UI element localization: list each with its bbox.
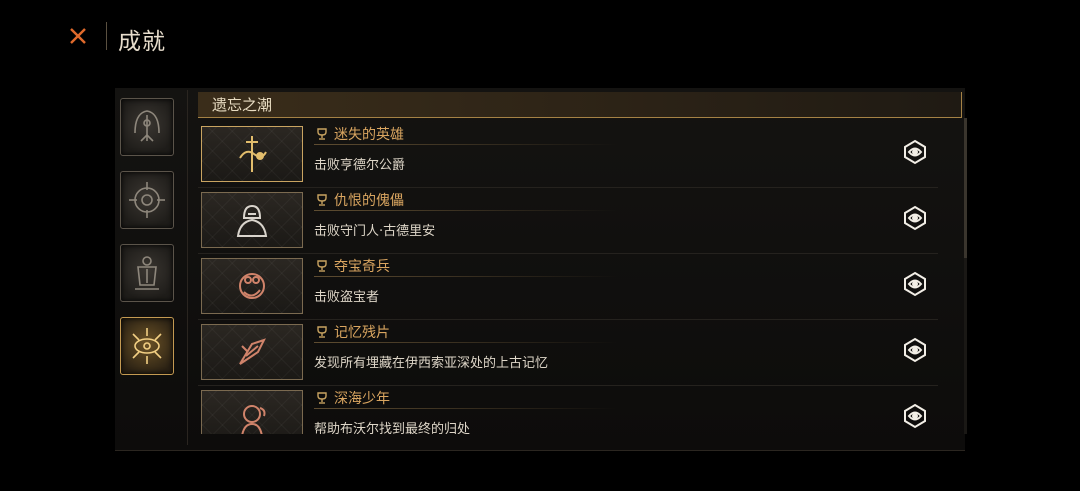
memory-shard-icon: [239, 338, 266, 365]
list-scrollbar[interactable]: [964, 118, 967, 434]
eye-crest-icon: [132, 328, 162, 364]
achievement-thumbnail: [201, 390, 303, 434]
name-underline: [314, 408, 618, 409]
name-underline: [314, 276, 618, 277]
trophy-icon: [317, 128, 327, 140]
achievement-row[interactable]: 迷失的英雄 击败亨德尔公爵: [198, 122, 938, 188]
eye-unlocked-icon[interactable]: [902, 337, 928, 363]
hooded-golem-icon: [236, 204, 268, 237]
lantern-rune-icon: [135, 256, 159, 290]
achievement-thumbnail: [201, 126, 303, 182]
achievement-description: 击败守门人·古德里安: [314, 224, 436, 239]
achievement-description: 击败亨德尔公爵: [314, 158, 406, 173]
trophy-icon: [317, 260, 327, 272]
achievement-row[interactable]: 记忆残片 发现所有埋藏在伊西索亚深处的上古记忆: [198, 320, 938, 386]
trophy-icon: [317, 326, 327, 338]
eye-unlocked-icon[interactable]: [902, 205, 928, 231]
compass-rune-icon: [129, 182, 165, 218]
achievement-row[interactable]: 仇恨的傀儡 击败守门人·古德里安: [198, 188, 938, 254]
achievement-name: 迷失的英雄: [334, 127, 404, 143]
achievement-name: 仇恨的傀儡: [334, 193, 404, 209]
eye-unlocked-icon[interactable]: [902, 403, 928, 429]
achievement-name: 夺宝奇兵: [334, 259, 390, 275]
achievement-thumbnail: [201, 324, 303, 380]
achievement-row[interactable]: 深海少年 帮助布沃尔找到最终的归处: [198, 386, 938, 434]
name-underline: [314, 210, 618, 211]
category-button-3[interactable]: [120, 244, 174, 302]
achievement-thumbnail: [201, 192, 303, 248]
trophy-icon: [317, 194, 327, 206]
achievement-name: 记忆残片: [334, 325, 390, 341]
section-header: 遗忘之潮: [198, 92, 962, 118]
achievement-description: 击败盗宝者: [314, 290, 380, 305]
eye-unlocked-icon[interactable]: [902, 139, 928, 165]
achievement-name: 深海少年: [334, 391, 390, 407]
category-button-2[interactable]: [120, 171, 174, 229]
section-title: 遗忘之潮: [212, 96, 273, 114]
name-underline: [314, 342, 618, 343]
title-divider: [106, 22, 107, 50]
name-underline: [314, 144, 618, 145]
achievement-description: 帮助布沃尔找到最终的归处: [314, 422, 471, 434]
category-button-4[interactable]: [120, 317, 174, 375]
page-title: 成就: [118, 29, 166, 55]
treasure-thief-icon: [239, 273, 265, 299]
achievement-thumbnail: [201, 258, 303, 314]
achievement-description: 发现所有埋藏在伊西索亚深处的上古记忆: [314, 356, 549, 371]
eye-unlocked-icon[interactable]: [902, 271, 928, 297]
achievement-list[interactable]: 迷失的英雄 击败亨德尔公爵 仇恨的傀儡 击败守门人·古德里安 夺宝奇兵 击败盗宝…: [198, 122, 962, 434]
close-button[interactable]: [62, 20, 94, 52]
achievement-row[interactable]: 夺宝奇兵 击败盗宝者: [198, 254, 938, 320]
close-x-icon: [70, 28, 86, 44]
sword-emblem-icon: [134, 110, 160, 142]
trophy-icon: [317, 392, 327, 404]
scrollbar-thumb[interactable]: [964, 118, 967, 258]
sword-dragon-icon: [239, 136, 267, 172]
category-button-1[interactable]: [120, 98, 174, 156]
sidebar-divider: [187, 90, 188, 445]
deep-sea-boy-icon: [241, 405, 266, 434]
category-sidebar: [120, 98, 178, 390]
